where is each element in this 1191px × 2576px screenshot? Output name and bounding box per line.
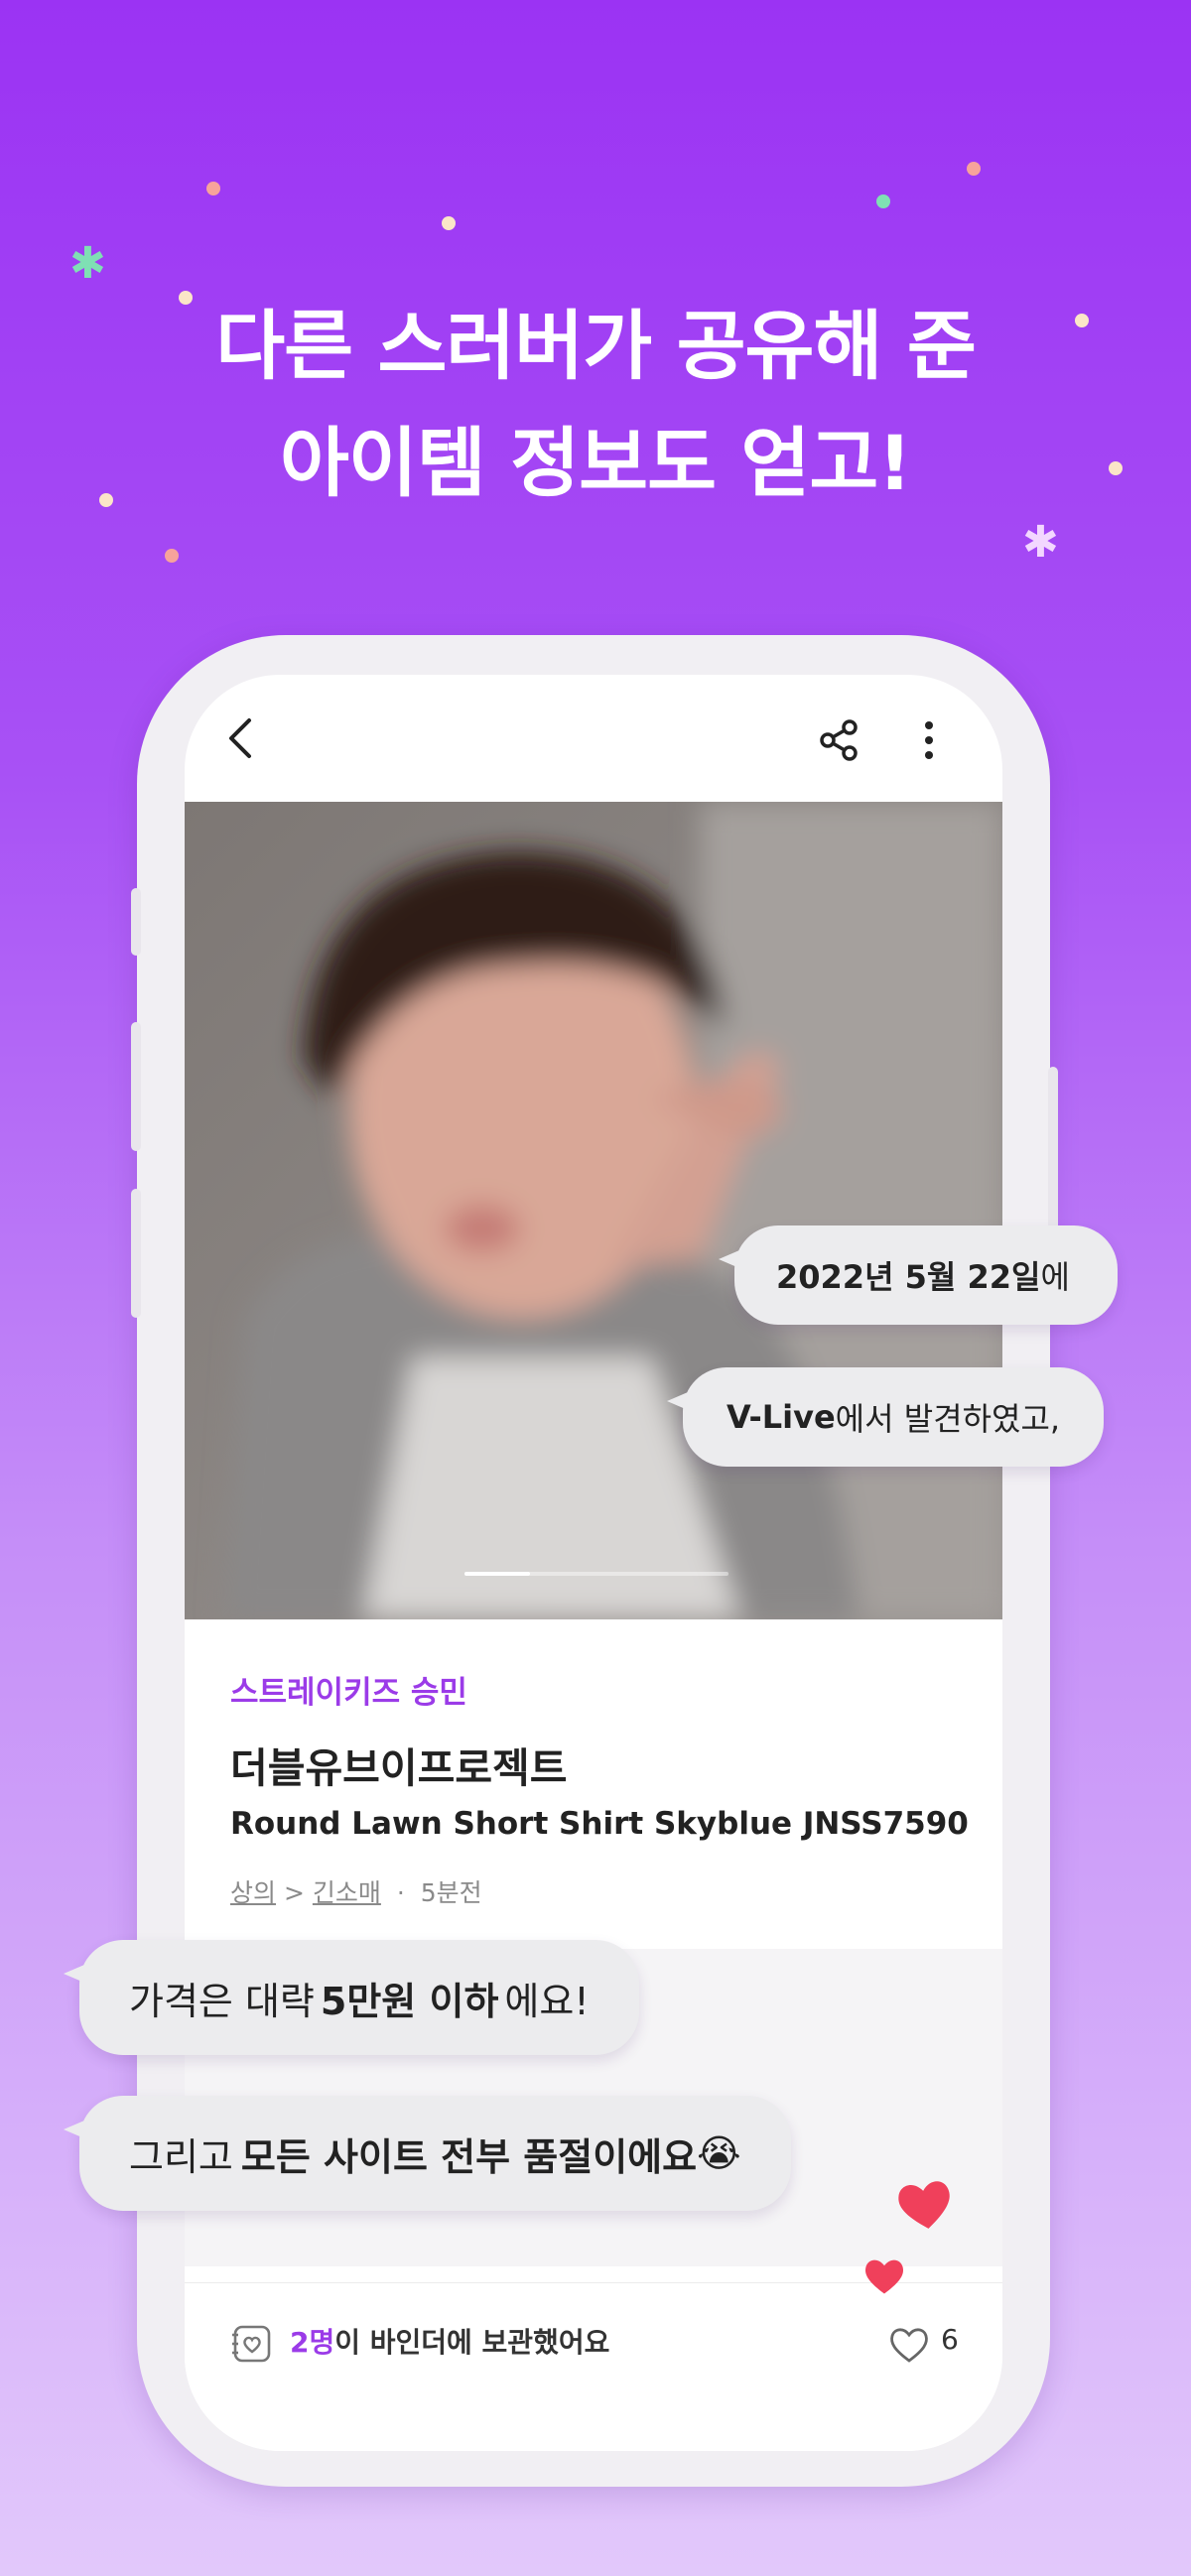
like-button[interactable]	[885, 2321, 933, 2367]
sparkle-icon: ✱	[69, 238, 106, 289]
floating-heart-icon	[865, 2259, 903, 2294]
top-bar	[185, 675, 1002, 802]
item-meta: 상의 > 긴소매 · 5분전	[230, 1873, 482, 1909]
share-icon	[820, 719, 858, 761]
category-sub-link[interactable]: 긴소매	[313, 1878, 381, 1907]
confetti-dot	[165, 549, 179, 563]
meta-dot: ·	[396, 1878, 405, 1907]
price-post: 에요!	[504, 1979, 590, 2023]
binder-button[interactable]	[228, 2321, 276, 2367]
binder-heart-icon	[232, 2325, 271, 2363]
date-rest: 에	[1040, 1258, 1070, 1296]
item-photo[interactable]	[185, 802, 1002, 1619]
posted-time: 5분전	[420, 1878, 482, 1907]
chat-bubble-source: V-Live 에서 발견하였고,	[666, 1367, 1105, 1467]
binder-count-text: 2명이 바인더에 보관했어요	[290, 2321, 609, 2361]
floating-heart-icon	[898, 2181, 950, 2229]
chat-bubble-date: 2022년 5월 22일 에	[719, 1225, 1118, 1325]
confetti-dot	[967, 162, 981, 176]
source-rest: 에서 발견하였고,	[835, 1400, 1061, 1438]
share-button[interactable]	[816, 716, 863, 764]
binder-count: 2명	[290, 2326, 335, 2359]
price-bold: 5만원 이하	[320, 1979, 499, 2023]
sparkle-icon: ✱	[1022, 517, 1059, 568]
artist-name[interactable]: 스트레이키즈 승민	[230, 1667, 467, 1712]
headline: 다른 스러버가 공유해 준 아이템 정보도 얻고!	[0, 288, 1191, 522]
chat-bubble-price: 가격은 대략 5만원 이하 에요!	[64, 1940, 639, 2055]
source-bold: V-Live	[727, 1398, 836, 1436]
gallery-page-indicator-active	[464, 1572, 530, 1576]
chat-bubble-soldout: 그리고 모든 사이트 전부 품절이에요 😭	[64, 2096, 791, 2211]
soldout-bold: 모든 사이트 전부 품절이에요	[240, 2134, 698, 2179]
date-bold: 2022년 5월 22일	[776, 1258, 1041, 1296]
product-name: Round Lawn Short Shirt Skyblue JNSS7590	[230, 1806, 969, 1842]
price-pre: 가격은 대략	[129, 1979, 315, 2023]
binder-label: 이 바인더에 보관했어요	[334, 2326, 610, 2359]
confetti-dot	[876, 194, 890, 208]
headline-line-1: 다른 스러버가 공유해 준	[215, 302, 977, 390]
heart-outline-icon	[890, 2328, 928, 2363]
headline-line-2: 아이템 정보도 얻고!	[280, 419, 912, 507]
chevron-left-icon	[229, 718, 251, 758]
like-count: 6	[941, 2323, 959, 2356]
category-main-link[interactable]: 상의	[230, 1878, 276, 1907]
brand-name: 더블유브이프로젝트	[230, 1744, 568, 1792]
phone-side-button	[131, 1189, 141, 1318]
more-button[interactable]	[909, 716, 949, 764]
phone-side-button	[131, 888, 141, 956]
gallery-page-indicator	[464, 1572, 728, 1576]
more-vertical-icon	[925, 721, 933, 759]
back-button[interactable]	[218, 716, 262, 760]
soldout-pre: 그리고	[129, 2134, 233, 2179]
bottom-bar: 2명이 바인더에 보관했어요 6	[185, 2282, 1002, 2451]
category-separator: >	[283, 1878, 305, 1907]
confetti-dot	[442, 216, 456, 230]
crying-emoji: 😭	[697, 2131, 741, 2175]
blurred-person-photo	[185, 802, 1002, 1619]
confetti-dot	[206, 182, 220, 195]
phone-side-button	[131, 1022, 141, 1151]
